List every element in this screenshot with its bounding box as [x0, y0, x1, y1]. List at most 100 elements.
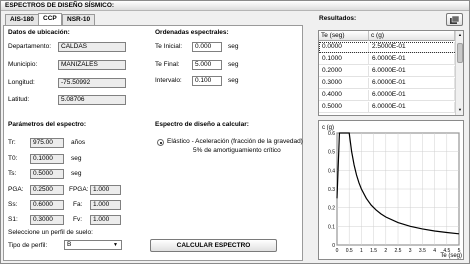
scroll-down-icon[interactable]: ▼ [457, 107, 463, 113]
fa-label: Fa: [73, 201, 83, 208]
tab-nsr-10[interactable]: NSR-10 [62, 14, 96, 25]
t-inicial-label: Te Inicial: [155, 43, 183, 50]
ts-unit: seg [71, 170, 82, 177]
scroll-thumb[interactable] [457, 43, 463, 63]
ts-label: Ts: [8, 170, 17, 177]
latitud-label: Latitud: [8, 96, 30, 103]
t-final-unit: seg [228, 61, 239, 68]
y-tick-label: 0.3 [328, 187, 335, 193]
longitud-label: Longitud: [8, 79, 35, 86]
cell-te: 0.1000 [319, 54, 369, 64]
table-row[interactable]: 0.4000 6.0000E-01 [319, 90, 455, 101]
t0-field[interactable]: 0.1000 [30, 154, 64, 164]
tab-ais-180[interactable]: AIS-180 [5, 14, 39, 25]
table-scrollbar[interactable]: ▲ ▼ [455, 31, 463, 115]
title-bar: ESPECTROS DE DISEÑO SÍSMICO: [1, 1, 469, 11]
x-tick-label: 5 [458, 248, 461, 254]
x-tick-label: 1 [360, 248, 363, 254]
municipio-field[interactable]: MANIZALES [58, 60, 126, 70]
amortiguamiento-label: 5% de amortiguamiento crítico [193, 147, 281, 154]
ts-field[interactable]: 0.5000 [30, 169, 64, 179]
s1-field[interactable]: 0.3000 [30, 215, 64, 225]
x-tick-label: 0 [336, 248, 339, 254]
intervalo-field[interactable]: 0.100 [192, 76, 222, 86]
ordenadas-title: Ordenadas espectrales: [155, 29, 229, 36]
table-row[interactable]: 0.2000 6.0000E-01 [319, 66, 455, 77]
table-row[interactable]: 0.3000 6.0000E-01 [319, 78, 455, 89]
column-header-te[interactable]: Te (seg) [319, 31, 369, 41]
calcular-espectro-button[interactable]: CALCULAR ESPECTRO [150, 239, 277, 252]
pga-label: PGA: [8, 186, 24, 193]
t-inicial-unit: seg [228, 43, 239, 50]
cell-c: 6.0000E-01 [369, 54, 455, 64]
ss-field[interactable]: 0.6000 [30, 200, 64, 210]
cell-te: 0.4000 [319, 90, 369, 100]
x-tick-label: 2 [384, 248, 387, 254]
intervalo-label: Intervalo: [155, 77, 182, 84]
y-tick-label: 0.5 [328, 150, 335, 156]
column-header-c[interactable]: c (g) [369, 31, 455, 41]
table-row[interactable]: 0.0000 2.5000E-01 [319, 42, 455, 53]
longitud-field[interactable]: -75.50992 [58, 78, 126, 88]
cell-te: 0.0000 [319, 42, 369, 52]
x-tick-label: 1.5 [370, 248, 377, 254]
window-title: ESPECTROS DE DISEÑO SÍSMICO: [5, 2, 115, 9]
tab-ccp[interactable]: CCP [38, 13, 62, 25]
ss-label: Ss: [8, 201, 18, 208]
spectrum-chart: c (g) Te (seg) 0 0.5 1 1.5 2 2.5 3 3.5 4 4.5 500.1… [322, 125, 462, 259]
cell-c: 2.5000E-01 [369, 42, 455, 52]
export-icon [450, 15, 460, 24]
t-final-label: Te Final: [155, 61, 180, 68]
table-row[interactable]: 0.1000 6.0000E-01 [319, 54, 455, 65]
cell-c: 6.0000E-01 [369, 78, 455, 88]
espectro-title: Espectro de diseño a calcular: [155, 121, 249, 128]
x-tick-label: 4 [433, 248, 436, 254]
ubicacion-title: Datos de ubicación: [8, 29, 70, 36]
t0-label: T0: [8, 155, 18, 162]
t0-unit: seg [71, 155, 82, 162]
latitud-field[interactable]: 5.08706 [58, 95, 126, 105]
y-tick-label: 0.6 [328, 131, 335, 137]
results-title: Resultados: [319, 15, 357, 22]
t-inicial-field[interactable]: 0.000 [192, 42, 222, 52]
s1-label: S1: [8, 216, 18, 223]
cell-c: 6.0000E-01 [369, 66, 455, 76]
departamento-field[interactable]: CALDAS [58, 42, 126, 52]
table-row[interactable]: 0.5000 6.0000E-01 [319, 102, 455, 113]
perfil-select-value: B [67, 241, 72, 248]
x-tick-label: 3.5 [419, 248, 426, 254]
perfil-label: Tipo de perfil: [8, 242, 48, 249]
pga-field[interactable]: 0.2500 [30, 185, 64, 195]
intervalo-unit: seg [228, 77, 239, 84]
fpga-field[interactable]: 1.000 [90, 185, 121, 195]
municipio-label: Municipio: [8, 61, 38, 68]
x-tick-label: 2.5 [395, 248, 402, 254]
t-final-field[interactable]: 5.000 [192, 60, 222, 70]
cell-c: 6.0000E-01 [369, 90, 455, 100]
chevron-down-icon: ▼ [113, 242, 118, 248]
x-tick-label: 3 [409, 248, 412, 254]
cell-te: 0.3000 [319, 78, 369, 88]
fa-field[interactable]: 1.000 [90, 200, 121, 210]
tr-label: Tr: [8, 139, 16, 146]
y-tick-label: 0 [332, 243, 335, 249]
x-tick-label: 4.5 [443, 248, 450, 254]
export-button[interactable] [446, 13, 463, 26]
results-table: Te (seg) c (g) 0.0000 2.5000E-01 0.1000 … [318, 30, 464, 116]
tr-field[interactable]: 975.00 [30, 138, 64, 148]
cell-te: 0.5000 [319, 102, 369, 112]
elastico-label: Elástico - Aceleración (fracción de la g… [167, 138, 303, 145]
y-tick-label: 0.4 [328, 168, 335, 174]
y-tick-label: 0.1 [328, 224, 335, 230]
fv-field[interactable]: 1.000 [90, 215, 121, 225]
y-tick-label: 0.2 [328, 206, 335, 212]
x-tick-label: 0.5 [346, 248, 353, 254]
scroll-up-icon[interactable]: ▲ [457, 32, 463, 38]
cell-c: 6.0000E-01 [369, 102, 455, 112]
elastico-radio[interactable] [157, 139, 164, 146]
cell-te: 0.2000 [319, 66, 369, 76]
perfil-select[interactable]: B ▼ [64, 240, 122, 250]
spectrum-chart-panel: c (g) Te (seg) 0 0.5 1 1.5 2 2.5 3 3.5 4 4.5 5 0 0.1… [318, 120, 464, 260]
fv-label: Fv: [73, 216, 83, 223]
fpga-label: FPGA: [69, 186, 89, 193]
